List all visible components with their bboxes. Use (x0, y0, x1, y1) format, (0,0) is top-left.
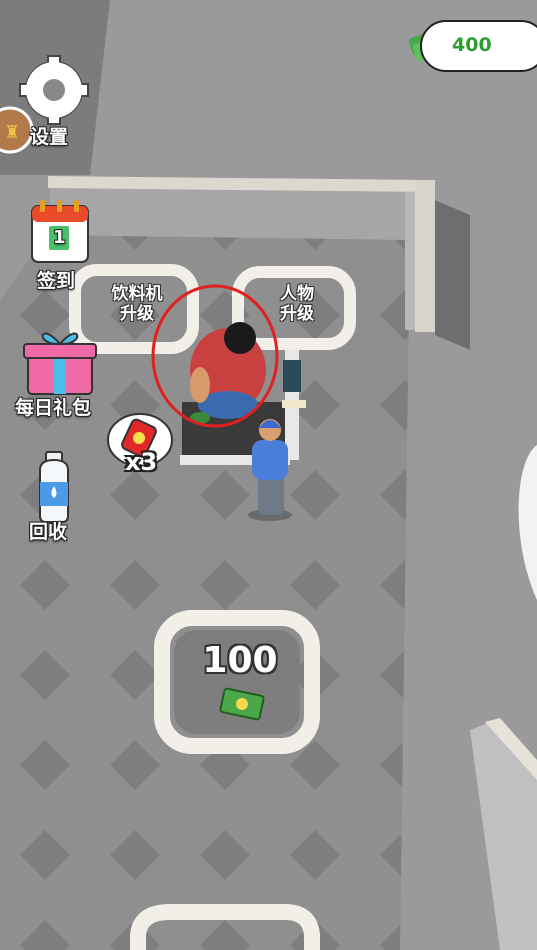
worker-legs (258, 475, 284, 515)
checkin-button[interactable]: 签到 (37, 266, 75, 293)
machine-screen (283, 360, 301, 392)
back-wall-face (50, 185, 410, 240)
purchase-price: 100 (202, 640, 278, 681)
drink-count: x3 (125, 448, 158, 476)
avatar[interactable]: ♜ (0, 106, 34, 154)
worker-shirt (252, 440, 288, 480)
checkin-day: 1 (53, 227, 66, 248)
drink-machine-upgrade-label: 饮料机 升级 (111, 284, 163, 324)
settings-label: 设置 (30, 126, 69, 148)
recycle-button[interactable]: 回收 (29, 517, 67, 544)
character-upgrade-label: 人物 升级 (280, 284, 314, 324)
water-bottle-icon[interactable] (39, 451, 69, 523)
recycle-label: 回收 (29, 521, 68, 543)
svg-text:♜: ♜ (4, 122, 20, 143)
right-wall-top (415, 180, 435, 332)
daily-gift-label: 每日礼包 (15, 397, 92, 419)
daily-gift-button[interactable]: 每日礼包 (15, 393, 91, 420)
currency-display: 400 (420, 20, 537, 72)
machine-bar (282, 400, 306, 408)
currency-amount: 400 (452, 34, 492, 56)
wall-shadow (435, 200, 470, 350)
game-scene: ♜ (0, 0, 537, 950)
checkin-label: 签到 (37, 270, 76, 292)
settings-button[interactable]: 设置 (30, 122, 68, 149)
customer-arm (190, 367, 210, 403)
customer-head (224, 322, 256, 354)
